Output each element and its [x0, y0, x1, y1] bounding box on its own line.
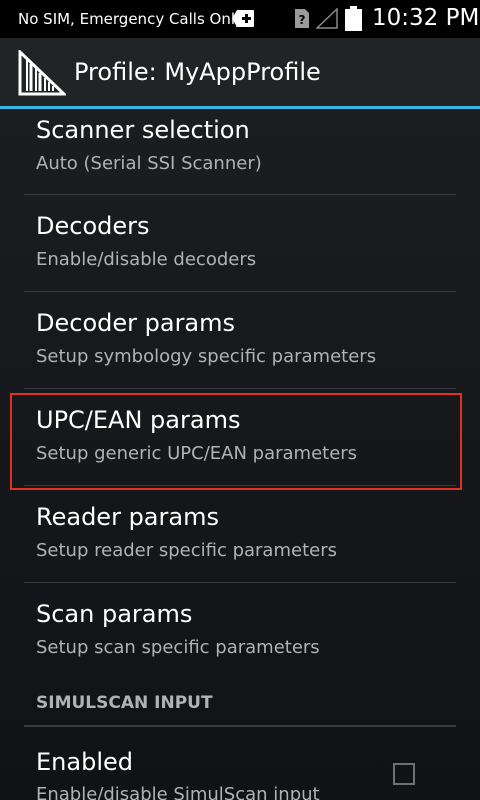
pref-summary: Enable/disable SimulScan input — [36, 784, 320, 800]
pref-scanner-selection[interactable]: Scanner selection Auto (Serial SSI Scann… — [0, 109, 480, 195]
pref-summary: Setup scan specific parameters — [36, 637, 320, 658]
status-bar: No SIM, Emergency Calls Only ? 10:32 PM — [0, 0, 480, 38]
pref-title: Enabled — [36, 748, 133, 776]
clock: 10:32 PM — [372, 5, 480, 31]
pref-title: Scan params — [36, 600, 193, 628]
signal-icon — [316, 8, 338, 29]
section-header-simulscan: SIMULSCAN INPUT — [36, 693, 213, 713]
pref-decoders[interactable]: Decoders Enable/disable decoders — [0, 195, 480, 292]
svg-text:?: ? — [299, 13, 306, 27]
battery-icon — [345, 6, 362, 31]
pref-decoder-params[interactable]: Decoder params Setup symbology specific … — [0, 292, 480, 389]
preference-list: Scanner selection Auto (Serial SSI Scann… — [0, 109, 480, 680]
no-sim-icon: ? — [295, 9, 309, 28]
pref-title: UPC/EAN params — [36, 406, 241, 434]
enabled-checkbox[interactable] — [393, 763, 415, 785]
carrier-text: No SIM, Emergency Calls Only — [18, 10, 244, 28]
notification-plus-icon — [232, 10, 254, 27]
barcode-app-icon[interactable] — [18, 50, 66, 96]
pref-upc-ean-params[interactable]: UPC/EAN params Setup generic UPC/EAN par… — [0, 389, 480, 486]
pref-summary: Setup symbology specific parameters — [36, 346, 377, 367]
pref-summary: Enable/disable decoders — [36, 249, 257, 270]
pref-summary: Setup reader specific parameters — [36, 540, 337, 561]
section-divider — [24, 725, 456, 727]
pref-scan-params[interactable]: Scan params Setup scan specific paramete… — [0, 583, 480, 680]
page-title: Profile: MyAppProfile — [74, 58, 321, 86]
pref-title: Decoders — [36, 212, 150, 240]
pref-title: Scanner selection — [36, 116, 250, 144]
pref-summary: Auto (Serial SSI Scanner) — [36, 153, 262, 174]
pref-title: Reader params — [36, 503, 219, 531]
pref-reader-params[interactable]: Reader params Setup reader specific para… — [0, 486, 480, 583]
pref-title: Decoder params — [36, 309, 236, 337]
screen: No SIM, Emergency Calls Only ? 10:32 PM — [0, 0, 480, 800]
pref-summary: Setup generic UPC/EAN parameters — [36, 443, 358, 464]
action-bar: Profile: MyAppProfile — [0, 38, 480, 106]
